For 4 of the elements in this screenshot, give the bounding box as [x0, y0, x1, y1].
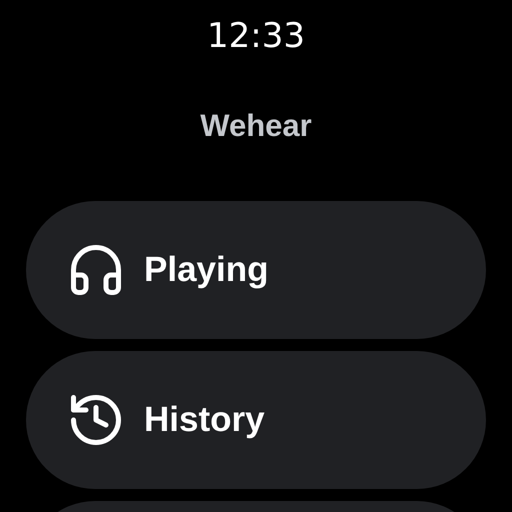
app-title: Wehear	[200, 108, 312, 144]
menu-chip[interactable]: History	[26, 351, 486, 489]
clock-time: 12:33	[207, 16, 305, 56]
menu-chip[interactable]: Playing	[26, 201, 486, 339]
